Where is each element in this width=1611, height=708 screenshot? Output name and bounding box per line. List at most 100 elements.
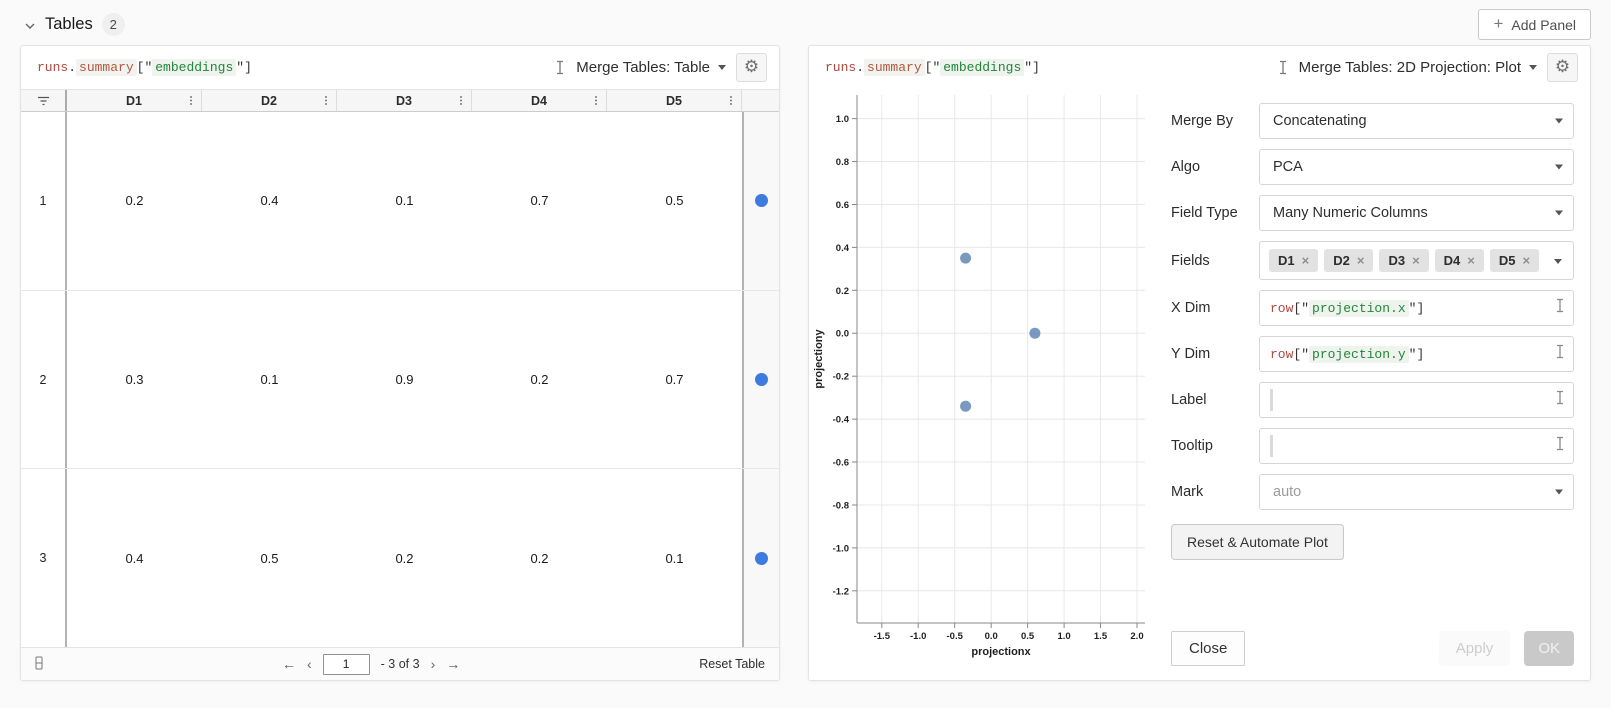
svg-text:-0.8: -0.8: [833, 501, 849, 512]
table-column-headers: D1⋮D2⋮D3⋮D4⋮D5⋮: [67, 90, 742, 111]
prev-page-icon[interactable]: ‹: [307, 657, 312, 671]
panel-mode-dropdown[interactable]: Merge Tables: 2D Projection: Plot: [1299, 59, 1537, 76]
caret-down-icon: [1555, 490, 1563, 495]
panel-mode-label: Merge Tables: 2D Projection: Plot: [1299, 59, 1521, 76]
panel-mode-dropdown[interactable]: Merge Tables: Table: [576, 59, 726, 76]
code-token-punct: .: [856, 59, 864, 76]
svg-text:-1.0: -1.0: [833, 543, 849, 554]
reset-table-link[interactable]: Reset Table: [699, 657, 765, 671]
text-cursor-icon: [1554, 436, 1566, 456]
row-height-icon[interactable]: [35, 656, 43, 673]
field-tag-d1[interactable]: D1×: [1269, 249, 1318, 272]
column-header-d5[interactable]: D5⋮: [607, 90, 742, 111]
panel-count-badge: 2: [102, 13, 125, 36]
fields-multiselect[interactable]: D1× D2× D3× D4× D5 ×: [1259, 241, 1574, 280]
field-tag-d3[interactable]: D3×: [1379, 249, 1428, 272]
column-menu-icon[interactable]: ⋮: [726, 95, 736, 106]
section-title: Tables: [45, 15, 93, 34]
page-input[interactable]: [323, 654, 370, 675]
column-header-d2[interactable]: D2⋮: [202, 90, 337, 111]
table-cell: 0.2: [67, 112, 202, 290]
projection-scatter-plot: -1.5-1.0-0.50.00.51.01.52.01.00.80.60.40…: [809, 89, 1157, 680]
column-header-d4[interactable]: D4 ⋮: [472, 90, 607, 111]
panel-grid: runs.summary["embeddings"] Merge Tables:…: [0, 45, 1611, 681]
field-tag-d5[interactable]: D5 ×: [1490, 249, 1539, 272]
mark-placeholder: auto: [1273, 484, 1301, 500]
x-dim-input[interactable]: row["projection.x"]: [1259, 290, 1574, 326]
field-tag-label: D5: [1499, 253, 1516, 268]
caret-down-icon: [1554, 259, 1562, 264]
code-token-punct: [": [1293, 346, 1309, 363]
add-panel-button[interactable]: + Add Panel: [1478, 9, 1591, 40]
table-cell: 0.7: [472, 112, 607, 290]
algo-value: PCA: [1273, 159, 1303, 175]
svg-text:0.0: 0.0: [985, 631, 998, 642]
scatter-preview-dot: [755, 373, 768, 386]
first-page-arrow-icon[interactable]: ←: [282, 657, 296, 671]
y-dim-input[interactable]: row["projection.y"]: [1259, 336, 1574, 372]
column-menu-icon[interactable]: ⋮: [591, 95, 601, 106]
table-panel-header: runs.summary["embeddings"] Merge Tables:…: [21, 46, 779, 89]
column-header-d1[interactable]: D1 ⋮: [67, 90, 202, 111]
column-menu-icon[interactable]: ⋮: [186, 95, 196, 106]
table-cell: 0.5: [202, 469, 337, 647]
column-header-label: D1: [126, 94, 142, 108]
code-token-punct: "]: [1024, 59, 1040, 76]
next-page-icon[interactable]: ›: [431, 657, 436, 671]
last-page-arrow-icon[interactable]: →: [446, 657, 460, 671]
field-tag-d4[interactable]: D4×: [1435, 249, 1484, 272]
remove-field-icon[interactable]: ×: [1357, 254, 1365, 267]
table-row: 30.40.50.20.20.1: [21, 469, 779, 647]
text-cursor-icon: [1554, 298, 1566, 318]
chevron-down-icon[interactable]: [24, 19, 36, 31]
table-cell: 0.2: [337, 469, 472, 647]
svg-text:-0.5: -0.5: [947, 631, 964, 642]
field-tag-d2[interactable]: D2×: [1324, 249, 1373, 272]
algo-select[interactable]: PCA: [1259, 149, 1574, 185]
remove-field-icon[interactable]: ×: [1467, 254, 1475, 267]
projection-settings-form: Merge By Concatenating Algo PCA: [1157, 89, 1590, 680]
table-header-rest: [742, 90, 779, 111]
ok-button[interactable]: OK: [1524, 631, 1574, 666]
section-header: Tables 2: [24, 13, 125, 36]
data-table: D1⋮D2⋮D3⋮D4⋮D5⋮ 10.20.40.10.70.520.30.10…: [21, 89, 779, 647]
label-input[interactable]: [1259, 382, 1574, 418]
panel-settings-button[interactable]: ⚙: [1547, 53, 1578, 82]
code-token-punct: "]: [1409, 300, 1425, 317]
row-index: 2: [21, 291, 67, 469]
code-token-string: projection.x: [1309, 300, 1409, 317]
field-type-value: Many Numeric Columns: [1273, 205, 1428, 221]
panel-expression[interactable]: runs.summary["embeddings"]: [37, 60, 252, 75]
x-dim-row: X Dim row["projection.x"]: [1171, 290, 1574, 326]
remove-field-icon[interactable]: ×: [1412, 254, 1420, 267]
column-header-d3[interactable]: D3⋮: [337, 90, 472, 111]
close-button[interactable]: Close: [1171, 631, 1245, 666]
column-menu-icon[interactable]: ⋮: [321, 95, 331, 106]
mark-select[interactable]: auto: [1259, 474, 1574, 510]
panel-mode-label: Merge Tables: Table: [576, 59, 710, 76]
svg-text:-0.4: -0.4: [833, 415, 850, 426]
table-cell: 0.7: [607, 291, 742, 469]
apply-button[interactable]: Apply: [1439, 631, 1511, 666]
merge-by-select[interactable]: Concatenating: [1259, 103, 1574, 139]
reset-automate-plot-button[interactable]: Reset & Automate Plot: [1171, 524, 1344, 560]
mark-label: Mark: [1171, 484, 1259, 500]
fields-label: Fields: [1171, 253, 1259, 269]
remove-field-icon[interactable]: ×: [1302, 254, 1310, 267]
code-token-string: embeddings: [152, 59, 236, 76]
field-type-select[interactable]: Many Numeric Columns: [1259, 195, 1574, 231]
empty-token-bar: [1270, 435, 1273, 457]
panel-settings-button[interactable]: ⚙: [736, 53, 767, 82]
column-menu-icon[interactable]: ⋮: [456, 95, 466, 106]
filter-icon[interactable]: [21, 90, 67, 111]
remove-field-icon[interactable]: ×: [1523, 254, 1531, 267]
code-token-punct: .: [68, 59, 76, 76]
table-cell: 0.1: [202, 291, 337, 469]
svg-text:-1.5: -1.5: [874, 631, 891, 642]
page-range-label: - 3 of 3: [381, 657, 420, 671]
projection-panel-controls: Merge Tables: 2D Projection: Plot ⚙: [1277, 53, 1578, 82]
panel-expression[interactable]: runs.summary["embeddings"]: [825, 60, 1040, 75]
column-header-label: D4: [531, 94, 547, 108]
tooltip-input[interactable]: [1259, 428, 1574, 464]
empty-token-bar: [1270, 389, 1273, 411]
